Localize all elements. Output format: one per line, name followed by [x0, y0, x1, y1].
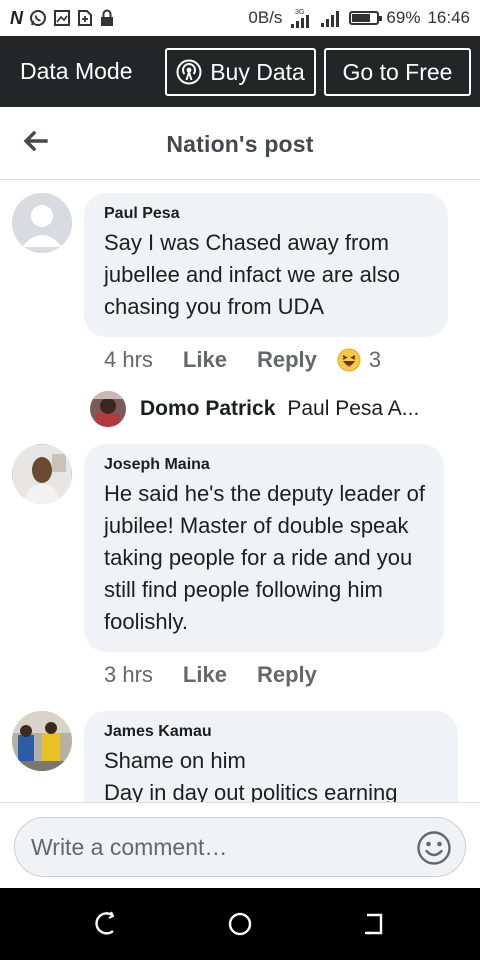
buy-data-button[interactable]: Buy Data [165, 48, 316, 96]
comment-text: Say I was Chased away from jubellee and … [104, 230, 400, 319]
like-button[interactable]: Like [183, 662, 227, 688]
comment-text: He said he's the deputy leader of jubile… [104, 481, 425, 634]
network-type: 3G [295, 9, 304, 16]
comment-time[interactable]: 4 hrs [104, 347, 153, 373]
status-bar: N 0B/s 3G 69% 16:46 [0, 0, 480, 36]
n-app-icon: N [10, 7, 23, 28]
data-mode-bar: Data Mode Buy Data Go to Free [0, 36, 480, 107]
system-nav-bar [0, 888, 480, 960]
smiley-icon[interactable] [416, 830, 452, 866]
comment-author[interactable]: James Kamau [104, 723, 440, 741]
page-title: Nation's post [166, 131, 314, 157]
avatar[interactable] [12, 193, 72, 253]
battery-percent: 69% [386, 8, 421, 27]
data-mode-label: Data Mode [20, 58, 133, 84]
battery-icon [349, 11, 383, 25]
reply-preview[interactable]: Domo Patrick Paul Pesa A... [90, 391, 470, 427]
avatar[interactable] [12, 711, 72, 771]
broadcast-icon [176, 59, 202, 85]
reaction-summary[interactable]: 3 [337, 347, 381, 373]
back-nav-icon[interactable] [93, 910, 121, 938]
comment-author[interactable]: Joseph Maina [104, 456, 426, 474]
comments-feed[interactable]: Paul Pesa Say I was Chased away from jub… [0, 181, 480, 802]
gallery-icon [54, 10, 70, 26]
home-nav-icon[interactable] [226, 910, 254, 938]
comment-bubble[interactable]: Joseph Maina He said he's the deputy lea… [84, 444, 444, 652]
comment-input[interactable] [14, 817, 466, 877]
post-header: Nation's post [0, 107, 480, 180]
comment-meta: 3 hrs Like Reply [104, 662, 347, 688]
reply-button[interactable]: Reply [257, 662, 317, 688]
comment-author[interactable]: Paul Pesa [104, 205, 430, 223]
reply-author[interactable]: Domo Patrick [140, 397, 275, 421]
status-right-icons: 0B/s 3G 69% 16:46 [248, 7, 470, 29]
sim-icon [78, 10, 92, 26]
comment-meta: 4 hrs Like Reply 3 [104, 347, 381, 373]
avatar[interactable] [12, 444, 72, 504]
clock: 16:46 [427, 8, 470, 27]
comment-bubble[interactable]: Paul Pesa Say I was Chased away from jub… [84, 193, 448, 337]
haha-emoji-icon [337, 348, 361, 372]
like-button[interactable]: Like [183, 347, 227, 373]
battery-fill [352, 14, 371, 22]
go-to-free-button[interactable]: Go to Free [324, 48, 471, 96]
user-photo [12, 444, 72, 504]
reply-text: Paul Pesa A... [287, 397, 420, 420]
recents-nav-icon[interactable] [360, 910, 388, 938]
comment-time[interactable]: 3 hrs [104, 662, 153, 688]
reaction-count: 3 [368, 347, 382, 372]
lock-icon [101, 9, 113, 26]
status-left-icons: N [10, 8, 115, 29]
default-avatar-icon [12, 193, 72, 253]
comment-bubble[interactable]: James Kamau Shame on him Day in day out … [84, 711, 458, 802]
net-speed: 0B/s [248, 8, 283, 27]
avatar[interactable] [90, 391, 126, 427]
whatsapp-icon [30, 10, 46, 26]
user-photo [12, 711, 72, 771]
signal-icon [321, 11, 340, 27]
comment-text: Shame on him Day in day out politics ear… [104, 748, 398, 802]
comment-composer [0, 802, 480, 888]
reply-avatar-photo [90, 391, 126, 427]
reply-button[interactable]: Reply [257, 347, 317, 373]
go-to-free-label: Go to Free [342, 58, 453, 85]
buy-data-label: Buy Data [210, 58, 305, 85]
signal-3g-icon: 3G [291, 9, 310, 28]
